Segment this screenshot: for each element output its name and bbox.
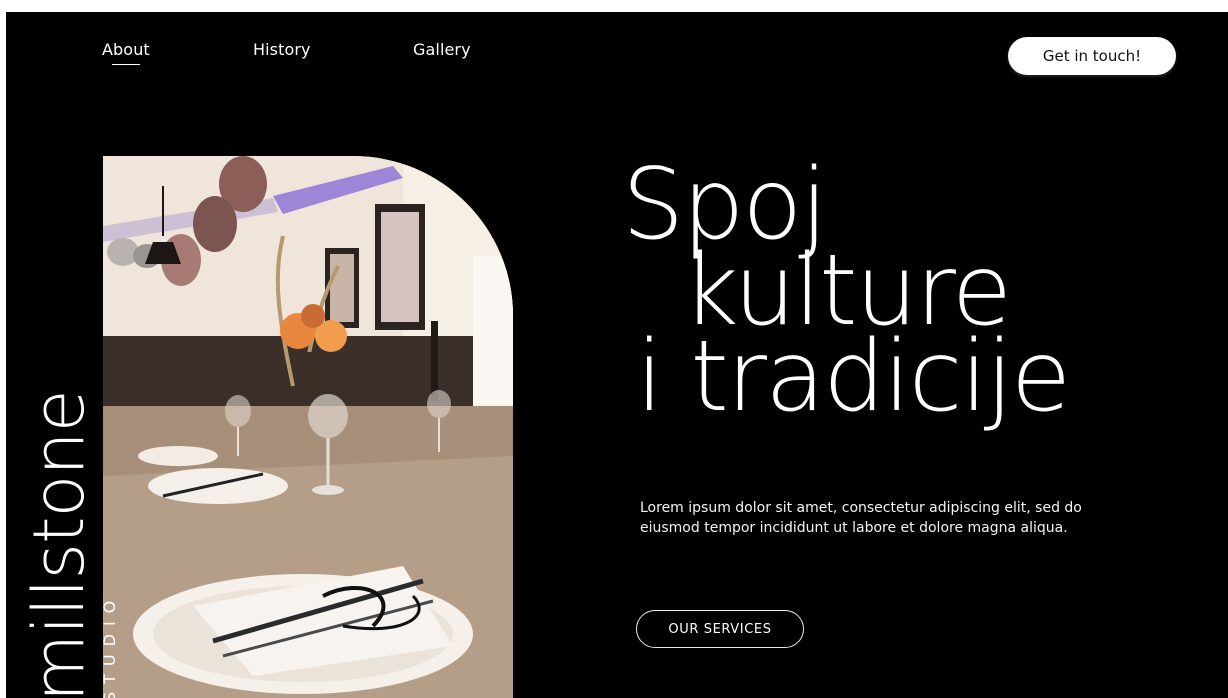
brand-logo: millstone STUDIO	[18, 390, 119, 698]
page-frame: About History Gallery Get in touch! mill…	[6, 12, 1228, 698]
nav-about[interactable]: About	[102, 40, 150, 59]
hero-photo	[103, 156, 513, 698]
nav-history[interactable]: History	[253, 40, 311, 59]
our-services-button[interactable]: OUR SERVICES	[636, 610, 804, 648]
nav-active-underline	[112, 64, 140, 65]
hero-headline: Spoj kulture i tradicije	[622, 156, 1071, 434]
brand-name: millstone	[18, 390, 100, 698]
brand-subtitle: STUDIO	[100, 592, 119, 698]
headline-line-3: i tradicije	[636, 320, 1071, 434]
hero-body-text: Lorem ipsum dolor sit amet, consectetur …	[640, 500, 1082, 536]
dinner-table-photo-icon	[103, 156, 513, 698]
get-in-touch-button[interactable]: Get in touch!	[1008, 37, 1176, 75]
nav-gallery[interactable]: Gallery	[413, 40, 471, 59]
